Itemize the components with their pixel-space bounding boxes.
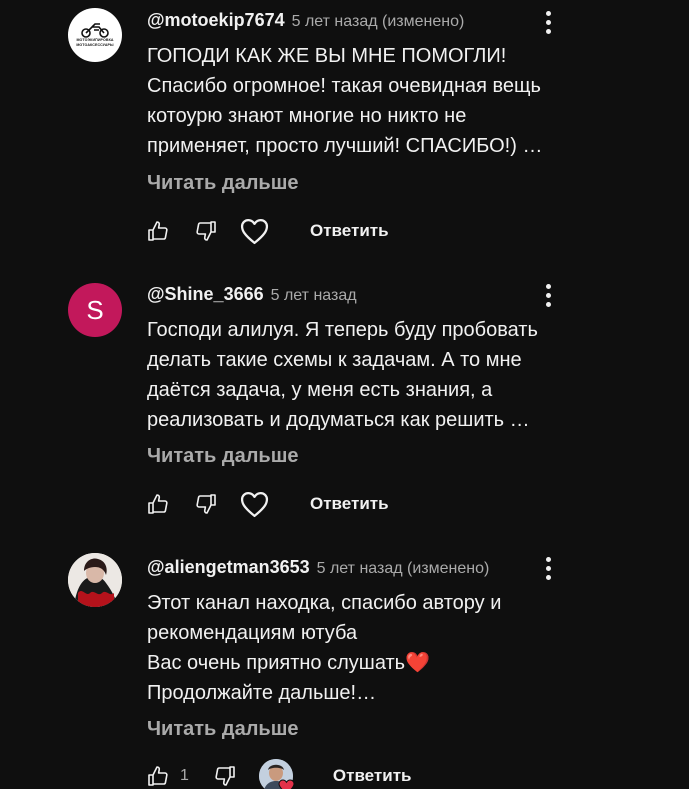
- author-name[interactable]: @motoekip7674: [147, 10, 285, 31]
- reply-button[interactable]: Ответить: [310, 221, 389, 241]
- heart-emoji: ❤️: [405, 652, 430, 674]
- comment-actions: Ответить: [146, 216, 389, 246]
- comment-timestamp[interactable]: 5 лет назад: [271, 287, 357, 305]
- more-vert-icon[interactable]: [538, 553, 558, 583]
- avatar[interactable]: МОТОЭКИПИРОВКА МОТОАКСЕССУАРЫ: [68, 8, 122, 62]
- comment-text: Господи алилуя. Я теперь буду пробовать …: [147, 315, 577, 435]
- thumb-down-icon[interactable]: [194, 219, 218, 243]
- thumb-up-icon[interactable]: [146, 219, 170, 243]
- avatar[interactable]: S: [68, 283, 122, 337]
- read-more-button[interactable]: Читать дальше: [147, 171, 299, 195]
- comment-actions: 1 Ответить: [146, 759, 412, 789]
- comment-text: ГОПОДИ КАК ЖЕ ВЫ МНЕ ПОМОГЛИ! Спасибо ог…: [147, 41, 577, 161]
- heart-icon: [278, 779, 295, 789]
- comment-line: реализовать и додуматься как решить …: [147, 409, 530, 431]
- comment-line: даётся задача, у меня есть знания, а: [147, 379, 493, 401]
- comment-line: ГОПОДИ КАК ЖЕ ВЫ МНЕ ПОМОГЛИ!: [147, 45, 507, 67]
- comment-line: котоурю знают многие но никто не: [147, 105, 467, 127]
- author-name[interactable]: @aliengetman3653: [147, 557, 310, 578]
- thumb-down-icon[interactable]: [194, 492, 218, 516]
- heart-icon[interactable]: [240, 491, 269, 518]
- comment-timestamp[interactable]: 5 лет назад (изменено): [292, 13, 465, 31]
- comment-header: @motoekip7674 5 лет назад (изменено): [147, 10, 464, 34]
- comment-line: Господи алилуя. Я теперь буду пробовать: [147, 319, 538, 341]
- motorcycle-logo-icon: [81, 23, 109, 38]
- thumb-up-icon[interactable]: [146, 492, 170, 516]
- read-more-button[interactable]: Читать дальше: [147, 444, 299, 468]
- comment-line: рекомендациям ютуба: [147, 622, 358, 644]
- comment-line: делать такие схемы к задачам. А то мне: [147, 349, 522, 371]
- logo-text-line: МОТОАКСЕССУАРЫ: [76, 43, 114, 47]
- heart-icon[interactable]: [240, 218, 269, 245]
- comment-text: Этот канал находка, спасибо автору и рек…: [147, 588, 577, 708]
- more-vert-icon[interactable]: [538, 280, 558, 310]
- reply-button[interactable]: Ответить: [310, 494, 389, 514]
- comment-header: @aliengetman3653 5 лет назад (изменено): [147, 557, 489, 581]
- creator-heart[interactable]: [258, 759, 297, 789]
- thumb-down-icon[interactable]: [213, 764, 237, 788]
- comment-line: Продолжайте дальше!…: [147, 682, 377, 704]
- more-vert-icon[interactable]: [538, 7, 558, 37]
- comment-line: Спасибо огромное! такая очевидная вещь: [147, 75, 541, 97]
- comment-line: Вас очень приятно слушать❤️: [147, 648, 577, 678]
- read-more-button[interactable]: Читать дальше: [147, 717, 299, 741]
- comment-timestamp[interactable]: 5 лет назад (изменено): [317, 560, 490, 578]
- comment-header: @Shine_3666 5 лет назад: [147, 284, 357, 308]
- avatar[interactable]: [68, 553, 122, 607]
- user-photo-image: [68, 553, 122, 607]
- comment-actions: Ответить: [146, 489, 389, 519]
- thumb-up-icon[interactable]: [146, 764, 170, 788]
- comment-line: применяет, просто лучший! СПАСИБО!) …: [147, 135, 543, 157]
- author-name[interactable]: @Shine_3666: [147, 284, 264, 305]
- comment-line: Этот канал находка, спасибо автору и: [147, 592, 502, 614]
- reply-button[interactable]: Ответить: [333, 766, 412, 786]
- comment-line-text: Вас очень приятно слушать: [147, 652, 406, 674]
- like-count: 1: [180, 767, 189, 784]
- comments-feed: МОТОЭКИПИРОВКА МОТОАКСЕССУАРЫ @motoekip7…: [0, 0, 689, 789]
